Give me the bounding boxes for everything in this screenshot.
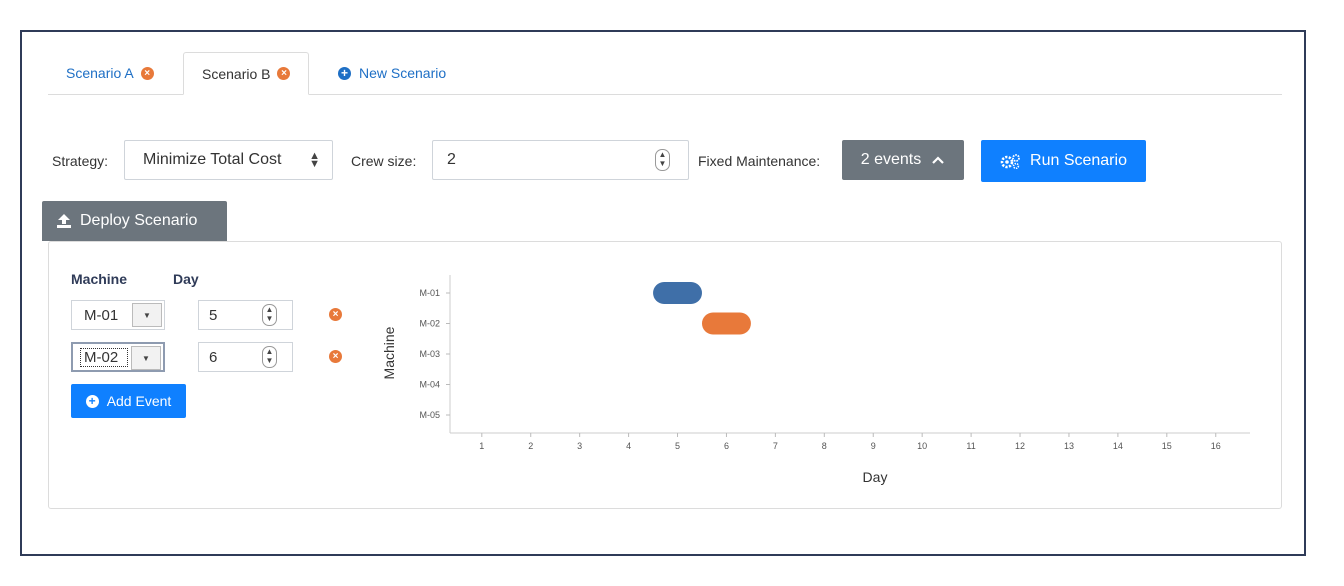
select-arrows-icon: ▲ ▼ — [309, 150, 320, 170]
machine-select[interactable]: M-02 ▼ — [71, 342, 165, 372]
crew-size-value: 2 — [447, 151, 456, 168]
plus-circle-icon: + — [338, 66, 351, 80]
remove-event-icon[interactable]: × — [329, 308, 342, 321]
tab-scenario-b[interactable]: Scenario B × — [183, 52, 310, 95]
machine-select[interactable]: M-01 ▼ — [71, 300, 165, 330]
strategy-select[interactable]: Minimize Total Cost ▲ ▼ — [124, 140, 333, 180]
fixed-maintenance-value: 2 events — [860, 151, 922, 168]
add-event-button[interactable]: + Add Event — [71, 384, 186, 418]
crew-size-label: Crew size: — [351, 153, 417, 169]
machine-column-header: Machine — [71, 271, 128, 287]
day-input[interactable]: 6 ▲ ▼ — [198, 342, 293, 372]
day-input[interactable]: 5 ▲ ▼ — [198, 300, 293, 330]
remove-event-icon[interactable]: × — [329, 350, 342, 363]
scenario-tabs: Scenario A × Scenario B × + New Scenario — [48, 52, 1282, 95]
fixed-maintenance-toggle[interactable]: 2 events — [842, 140, 964, 180]
add-event-label: Add Event — [106, 393, 172, 409]
day-value: 5 — [209, 306, 218, 324]
tab-new-scenario[interactable]: + New Scenario — [338, 52, 446, 94]
number-spinner-icon[interactable]: ▲ ▼ — [655, 149, 670, 171]
tab-label: Scenario A — [66, 65, 134, 81]
day-value: 6 — [209, 348, 218, 366]
upload-icon — [57, 214, 71, 228]
chevron-up-icon — [932, 156, 945, 164]
chevron-down-icon[interactable]: ▼ — [131, 346, 161, 370]
number-spinner-icon[interactable]: ▲ ▼ — [262, 304, 277, 326]
plus-circle-icon: + — [85, 394, 99, 408]
strategy-value: Minimize Total Cost — [143, 151, 282, 168]
run-scenario-button[interactable]: Run Scenario — [981, 140, 1146, 182]
maintenance-panel — [48, 241, 1282, 509]
fixed-maintenance-label: Fixed Maintenance: — [698, 153, 821, 169]
chevron-down-icon[interactable]: ▼ — [132, 303, 162, 327]
strategy-label: Strategy: — [52, 153, 109, 169]
tab-label: New Scenario — [359, 65, 447, 81]
run-scenario-label: Run Scenario — [1030, 152, 1127, 169]
deploy-scenario-button[interactable]: Deploy Scenario — [42, 201, 227, 241]
deploy-scenario-label: Deploy Scenario — [80, 212, 198, 229]
gears-icon — [1000, 154, 1020, 169]
tab-label: Scenario B — [202, 65, 271, 82]
tab-scenario-a[interactable]: Scenario A × — [66, 52, 154, 94]
close-circle-icon[interactable]: × — [277, 67, 291, 80]
crew-size-input[interactable]: 2 ▲ ▼ — [432, 140, 689, 180]
close-circle-icon[interactable]: × — [140, 66, 154, 80]
number-spinner-icon[interactable]: ▲ ▼ — [262, 346, 277, 368]
day-column-header: Day — [173, 271, 199, 287]
machine-value: M-02 — [80, 347, 128, 367]
